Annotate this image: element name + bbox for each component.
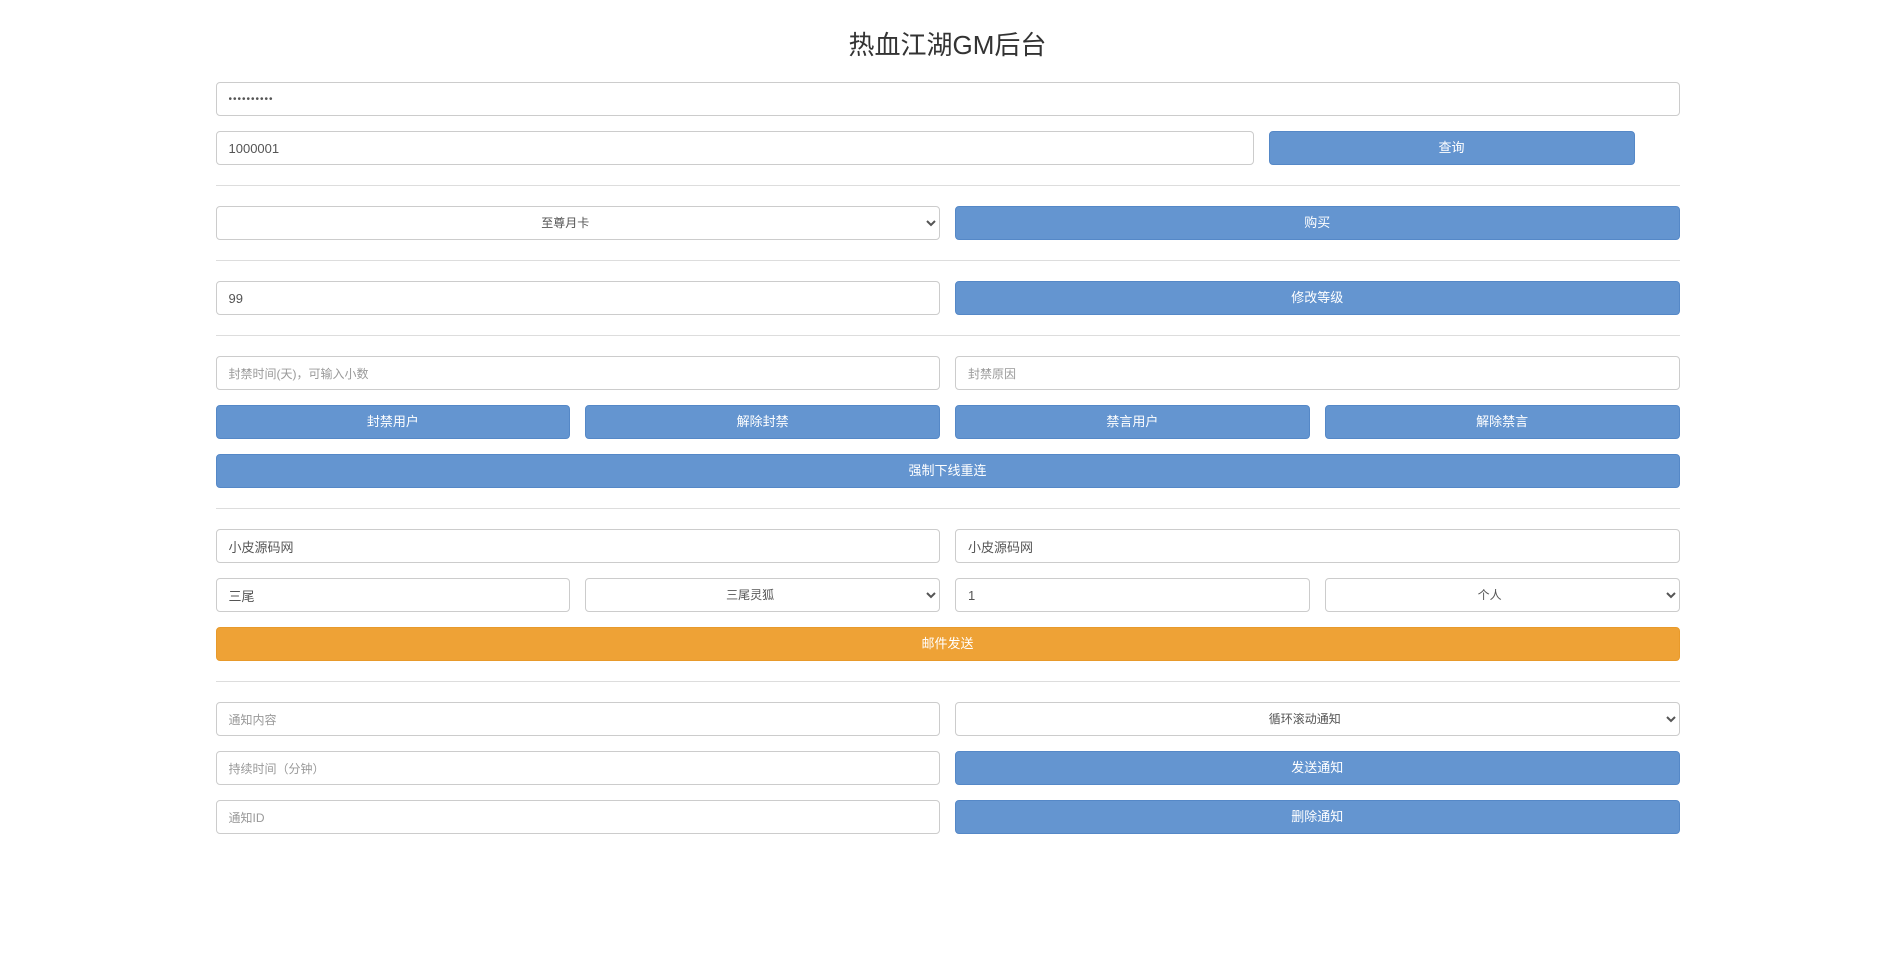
notification-id-input[interactable] xyxy=(216,800,941,834)
mail-recipient-input[interactable] xyxy=(955,529,1680,563)
mute-button[interactable]: 禁言用户 xyxy=(955,405,1310,439)
mail-item-select[interactable]: 三尾灵狐 xyxy=(585,578,940,612)
divider xyxy=(216,335,1680,336)
modify-level-button[interactable]: 修改等级 xyxy=(955,281,1680,315)
force-offline-button[interactable]: 强制下线重连 xyxy=(216,454,1680,488)
page-title: 热血江湖GM后台 xyxy=(216,25,1680,62)
delete-notification-button[interactable]: 删除通知 xyxy=(955,800,1680,834)
notification-content-input[interactable] xyxy=(216,702,941,736)
notification-duration-input[interactable] xyxy=(216,751,941,785)
divider xyxy=(216,508,1680,509)
buy-button[interactable]: 购买 xyxy=(955,206,1680,240)
divider xyxy=(216,185,1680,186)
card-type-select[interactable]: 至尊月卡 xyxy=(216,206,941,240)
mail-item-name-input[interactable] xyxy=(216,578,571,612)
notification-type-select[interactable]: 循环滚动通知 xyxy=(955,702,1680,736)
user-id-input[interactable] xyxy=(216,131,1254,165)
divider xyxy=(216,681,1680,682)
ban-reason-input[interactable] xyxy=(955,356,1680,390)
mail-send-button[interactable]: 邮件发送 xyxy=(216,627,1680,661)
ban-user-button[interactable]: 封禁用户 xyxy=(216,405,571,439)
level-input[interactable] xyxy=(216,281,941,315)
unmute-button[interactable]: 解除禁言 xyxy=(1325,405,1680,439)
query-button[interactable]: 查询 xyxy=(1269,131,1635,165)
mail-scope-select[interactable]: 个人 xyxy=(1325,578,1680,612)
ban-duration-input[interactable] xyxy=(216,356,941,390)
mail-sender-input[interactable] xyxy=(216,529,941,563)
divider xyxy=(216,260,1680,261)
send-notification-button[interactable]: 发送通知 xyxy=(955,751,1680,785)
password-input[interactable] xyxy=(216,82,1680,116)
mail-quantity-input[interactable] xyxy=(955,578,1310,612)
unban-button[interactable]: 解除封禁 xyxy=(585,405,940,439)
